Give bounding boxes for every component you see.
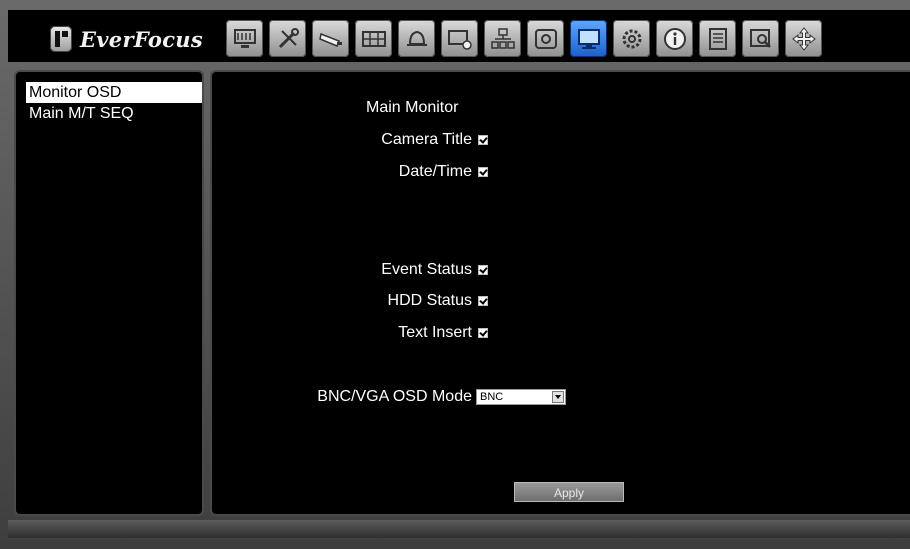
ptz-arrows-icon bbox=[791, 26, 816, 51]
tools-icon bbox=[278, 27, 299, 48]
hdd-status-label: HDD Status bbox=[387, 292, 472, 309]
date-time-row: Date/Time bbox=[312, 162, 488, 182]
text-insert-row: Text Insert bbox=[312, 323, 488, 343]
record-schedule-button[interactable] bbox=[441, 20, 478, 57]
date-time-checkbox[interactable] bbox=[478, 166, 488, 177]
section-heading: Main Monitor bbox=[366, 99, 459, 116]
sidebar-item-monitor-osd[interactable]: Monitor OSD bbox=[26, 82, 202, 103]
ptz-button[interactable] bbox=[785, 20, 822, 57]
film-icon bbox=[361, 30, 386, 47]
monitor-icon bbox=[233, 28, 256, 48]
display-settings-button[interactable] bbox=[570, 20, 607, 57]
camera-title-label: Camera Title bbox=[381, 131, 472, 148]
camera-icon bbox=[318, 32, 342, 47]
log-list-icon bbox=[708, 27, 727, 50]
event-status-checkbox[interactable] bbox=[478, 264, 488, 275]
event-status-row: Event Status bbox=[312, 260, 488, 280]
sidebar: Monitor OSD Main M/T SEQ bbox=[14, 70, 204, 516]
monitor-button[interactable] bbox=[226, 20, 263, 57]
search-icon bbox=[749, 28, 771, 48]
info-icon bbox=[663, 27, 686, 50]
camera-button[interactable] bbox=[312, 20, 349, 57]
camera-title-checkbox[interactable] bbox=[478, 134, 488, 145]
logo-text: EverFocus bbox=[80, 26, 203, 52]
display-settings-icon bbox=[577, 28, 600, 49]
log-list-button[interactable] bbox=[699, 20, 736, 57]
date-time-label: Date/Time bbox=[398, 163, 472, 180]
osd-mode-row: BNC/VGA OSD Mode BNC bbox=[272, 387, 566, 407]
settings-button[interactable] bbox=[613, 20, 650, 57]
osd-mode-label: BNC/VGA OSD Mode bbox=[317, 388, 472, 405]
tools-button[interactable] bbox=[269, 20, 306, 57]
record-schedule-icon bbox=[447, 29, 472, 50]
info-button[interactable] bbox=[656, 20, 693, 57]
settings-panel: Main Monitor Camera Title Date/Time Even… bbox=[210, 70, 910, 516]
event-status-label: Event Status bbox=[381, 261, 472, 278]
bottom-bar bbox=[8, 520, 910, 538]
logo: EverFocus bbox=[50, 24, 203, 54]
osd-mode-select[interactable]: BNC bbox=[476, 388, 566, 405]
toolbar bbox=[226, 20, 822, 57]
alarm-bell-icon bbox=[406, 30, 427, 46]
hdd-status-checkbox[interactable] bbox=[478, 295, 488, 306]
film-button[interactable] bbox=[355, 20, 392, 57]
gear-icon bbox=[622, 29, 641, 48]
everfocus-logo-icon bbox=[50, 26, 72, 52]
chevron-down-icon[interactable] bbox=[552, 390, 564, 403]
apply-button[interactable]: Apply bbox=[514, 482, 624, 502]
storage-button[interactable] bbox=[527, 20, 564, 57]
network-icon bbox=[490, 27, 515, 49]
storage-disk-icon bbox=[534, 28, 557, 49]
sidebar-item-main-mt-seq[interactable]: Main M/T SEQ bbox=[26, 103, 202, 124]
osd-mode-value: BNC bbox=[480, 390, 504, 403]
text-insert-checkbox[interactable] bbox=[478, 327, 488, 338]
network-button[interactable] bbox=[484, 20, 521, 57]
text-insert-label: Text Insert bbox=[398, 324, 472, 341]
camera-title-row: Camera Title bbox=[312, 130, 488, 150]
hdd-status-row: HDD Status bbox=[312, 291, 488, 311]
search-button[interactable] bbox=[742, 20, 779, 57]
alarm-button[interactable] bbox=[398, 20, 435, 57]
